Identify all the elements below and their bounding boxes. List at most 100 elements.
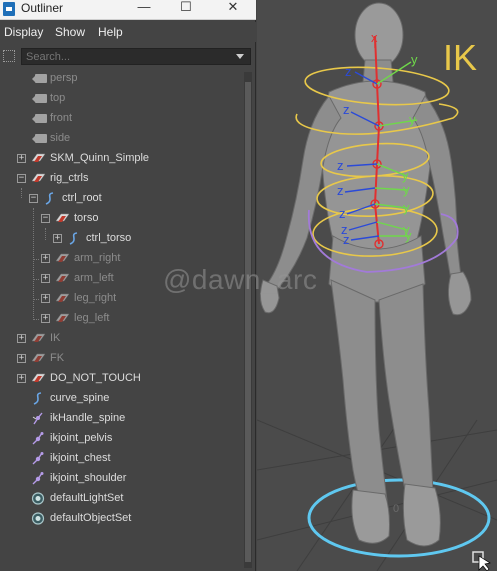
group-transform-icon <box>31 373 46 382</box>
group-transform-icon <box>55 293 70 302</box>
item-label: arm_right <box>74 252 121 264</box>
expand-plus-icon[interactable]: + <box>17 154 26 163</box>
camera-icon <box>32 94 47 103</box>
nurbs-curve-icon <box>69 232 78 245</box>
item-label: defaultObjectSet <box>50 512 132 524</box>
ik-handle-icon <box>32 412 43 425</box>
nurbs-curve-icon <box>45 192 54 205</box>
outliner-item-ikjoint-chest[interactable]: ikjoint_chest <box>0 449 240 469</box>
outliner-item-leg-left[interactable]: + leg_left <box>0 309 240 329</box>
expand-plus-icon[interactable]: + <box>17 354 26 363</box>
close-button[interactable]: ✕ <box>219 0 247 18</box>
mouse-cursor-icon <box>478 555 491 571</box>
item-label: IK <box>50 332 61 344</box>
group-transform-icon <box>31 353 46 362</box>
menu-help[interactable]: Help <box>98 25 123 39</box>
group-transform-icon <box>55 313 70 322</box>
collapse-minus-icon[interactable]: − <box>29 194 38 203</box>
minimize-button[interactable]: — <box>130 0 158 18</box>
axis-label-y: y <box>403 200 410 215</box>
object-set-icon <box>31 492 45 505</box>
outliner-item-skm-quinn-simple[interactable]: + SKM_Quinn_Simple <box>0 149 240 169</box>
outliner-item-ikhandle-spine[interactable]: ikHandle_spine <box>0 409 240 429</box>
joint-icon <box>32 452 44 465</box>
item-label: ikjoint_pelvis <box>50 432 113 444</box>
outliner-item-persp[interactable]: persp <box>0 69 240 89</box>
maximize-button[interactable]: ☐ <box>172 0 200 18</box>
origin-label: 0 <box>393 503 399 515</box>
search-input[interactable] <box>21 48 251 65</box>
group-transform-icon <box>31 173 46 182</box>
item-label: top <box>50 92 66 104</box>
axis-label-y: y <box>403 182 410 197</box>
menu-display[interactable]: Display <box>4 25 43 39</box>
axis-label-x: x <box>371 30 378 45</box>
ik-control-label[interactable]: IK <box>443 37 477 78</box>
outliner-item-ctrl-torso[interactable]: + ctrl_torso <box>0 229 240 249</box>
outliner-item-front[interactable]: front <box>0 109 240 129</box>
axis-label-z: z <box>339 206 346 221</box>
outliner-item-curve-spine[interactable]: curve_spine <box>0 389 240 409</box>
camera-icon <box>32 114 47 123</box>
outliner-scrollbar[interactable] <box>244 72 252 568</box>
joint-icon <box>32 432 44 445</box>
group-transform-icon <box>55 213 70 222</box>
group-transform-icon <box>55 253 70 262</box>
search-row <box>0 47 256 67</box>
item-label: side <box>50 132 71 144</box>
item-label: FK <box>50 352 65 364</box>
scrollbar-thumb[interactable] <box>245 82 251 562</box>
joint-icon <box>32 472 44 485</box>
expand-plus-icon[interactable]: + <box>17 334 26 343</box>
outliner-item-ikjoint-pelvis[interactable]: ikjoint_pelvis <box>0 429 240 449</box>
item-label: ikjoint_shoulder <box>50 472 127 484</box>
axis-label-z: z <box>337 158 344 173</box>
outliner-item-ikjoint-shoulder[interactable]: ikjoint_shoulder <box>0 469 240 489</box>
outliner-item-ctrl-root[interactable]: − ctrl_root <box>0 189 240 209</box>
outliner-item-torso[interactable]: − torso <box>0 209 240 229</box>
root-control-circle[interactable] <box>307 478 491 558</box>
collapse-minus-icon[interactable]: − <box>41 214 50 223</box>
expand-plus-icon[interactable]: + <box>17 374 26 383</box>
item-label: front <box>50 112 73 124</box>
menu-show[interactable]: Show <box>55 25 85 39</box>
camera-icon <box>32 134 47 143</box>
item-label: ctrl_root <box>62 192 102 204</box>
axis-label-z: z <box>337 183 344 198</box>
expand-plus-icon[interactable]: + <box>41 254 50 263</box>
outliner-item-rig-ctrls[interactable]: − rig_ctrls <box>0 169 240 189</box>
outliner-item-do-not-touch[interactable]: + DO_NOT_TOUCH <box>0 369 240 389</box>
expand-plus-icon[interactable]: + <box>53 234 62 243</box>
axis-label-z: z <box>343 232 350 247</box>
menu-bar: Display Show Help <box>0 22 256 42</box>
outliner-item-default-light-set[interactable]: defaultLightSet <box>0 489 240 509</box>
expand-plus-icon[interactable]: + <box>41 294 50 303</box>
camera-icon <box>32 74 47 83</box>
collapse-minus-icon[interactable]: − <box>17 174 26 183</box>
group-transform-icon <box>31 333 46 342</box>
item-label: defaultLightSet <box>50 492 124 504</box>
filter-toggle-icon[interactable] <box>3 50 15 62</box>
expand-plus-icon[interactable]: + <box>41 274 50 283</box>
axis-label-z: z <box>343 102 350 117</box>
watermark-text: @dawn_arc <box>163 264 318 295</box>
item-label: ikHandle_spine <box>50 412 126 424</box>
search-options-dropdown-icon[interactable] <box>236 54 244 59</box>
item-label: curve_spine <box>50 392 110 404</box>
item-label: leg_right <box>74 292 117 304</box>
window-title: Outliner <box>21 1 64 15</box>
outliner-item-side[interactable]: side <box>0 129 240 149</box>
outliner-item-default-object-set[interactable]: defaultObjectSet <box>0 509 240 529</box>
axis-label-y: y <box>411 52 418 67</box>
item-label: persp <box>50 72 78 84</box>
expand-plus-icon[interactable]: + <box>41 314 50 323</box>
outliner-item-fk[interactable]: + FK <box>0 349 240 369</box>
maya-app-icon <box>3 2 15 16</box>
group-transform-icon <box>31 153 46 162</box>
outliner-item-ik[interactable]: + IK <box>0 329 240 349</box>
axis-label-y: y <box>409 112 416 127</box>
axis-label-y: y <box>405 228 412 243</box>
item-label: SKM_Quinn_Simple <box>50 152 150 164</box>
outliner-titlebar[interactable]: Outliner — ☐ ✕ <box>0 0 256 20</box>
outliner-item-top[interactable]: top <box>0 89 240 109</box>
